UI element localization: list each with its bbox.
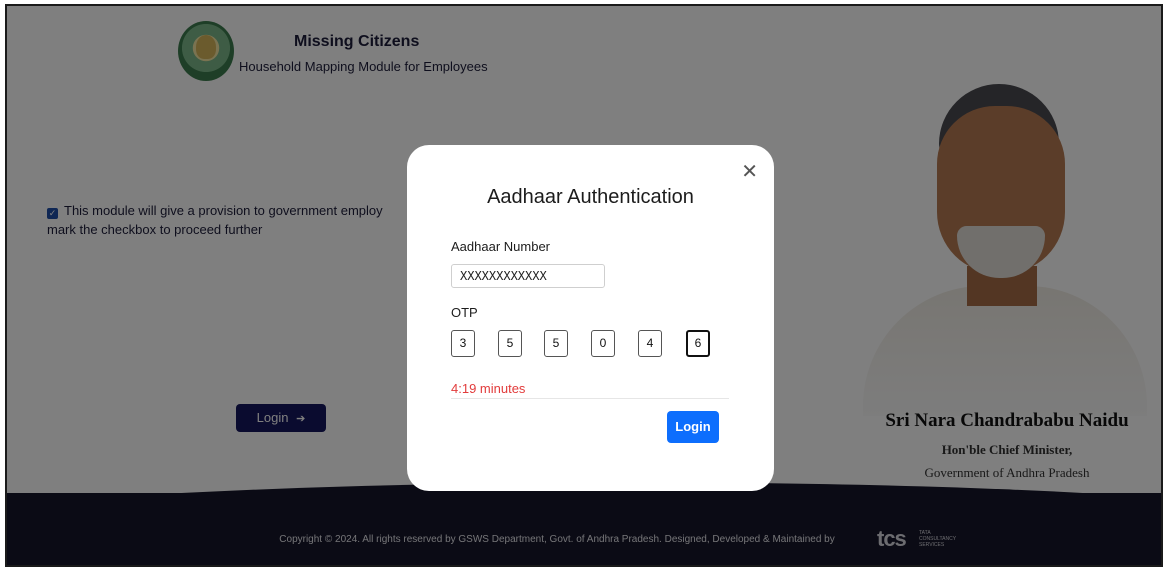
aadhaar-auth-modal: ✕ Aadhaar Authentication Aadhaar Number … bbox=[407, 145, 774, 491]
aadhaar-number-label: Aadhaar Number bbox=[451, 239, 550, 254]
modal-login-button[interactable]: Login bbox=[667, 411, 719, 443]
otp-digit-4[interactable]: 0 bbox=[591, 330, 615, 357]
close-icon[interactable]: ✕ bbox=[741, 161, 758, 181]
otp-digit-2[interactable]: 5 bbox=[498, 330, 522, 357]
otp-label: OTP bbox=[451, 305, 478, 320]
otp-digit-1[interactable]: 3 bbox=[451, 330, 475, 357]
otp-timer: 4:19 minutes bbox=[451, 381, 526, 396]
otp-inputs: 3 5 5 0 4 6 bbox=[451, 330, 721, 358]
browser-viewport: Missing Citizens Household Mapping Modul… bbox=[5, 4, 1163, 567]
otp-digit-5[interactable]: 4 bbox=[638, 330, 662, 357]
aadhaar-number-input[interactable]: XXXXXXXXXXXX bbox=[451, 264, 605, 288]
otp-digit-6[interactable]: 6 bbox=[686, 330, 710, 357]
modal-divider bbox=[451, 398, 729, 399]
otp-digit-3[interactable]: 5 bbox=[544, 330, 568, 357]
modal-title: Aadhaar Authentication bbox=[487, 186, 694, 208]
